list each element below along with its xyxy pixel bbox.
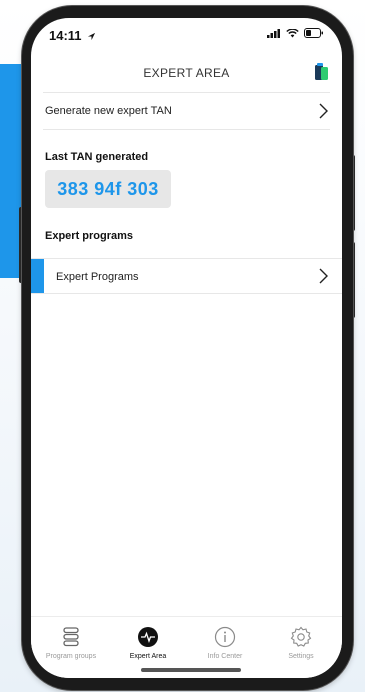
bottom-tab-bar: Program groups Expert Area Info Center S…	[31, 616, 342, 678]
device-status-icon	[315, 63, 328, 80]
signal-icon	[267, 28, 280, 38]
last-tan-heading: Last TAN generated	[45, 151, 149, 163]
stack-icon	[63, 627, 79, 647]
phone-screen: 14:11 EXPERT AREA Generate new expert TA…	[31, 18, 342, 678]
gear-icon	[290, 626, 312, 647]
tab-program-groups[interactable]: Program groups	[34, 625, 108, 660]
tab-info-center[interactable]: Info Center	[188, 625, 262, 660]
page-title: EXPERT AREA	[143, 66, 230, 80]
expert-programs-label: Expert Programs	[56, 271, 139, 283]
tab-label: Expert Area	[129, 653, 167, 660]
generate-tan-row[interactable]: Generate new expert TAN	[43, 92, 330, 130]
tab-label: Program groups	[45, 653, 97, 660]
status-time: 14:11	[49, 28, 96, 43]
generate-tan-label: Generate new expert TAN	[45, 105, 172, 117]
tab-expert-area[interactable]: Expert Area	[111, 625, 185, 660]
selected-accent-bar	[31, 259, 44, 293]
battery-icon	[304, 28, 323, 38]
tab-label: Settings	[288, 653, 314, 660]
app-header: EXPERT AREA	[31, 52, 342, 92]
device-status-button[interactable]	[312, 62, 330, 87]
info-icon	[214, 626, 236, 648]
status-time-text: 14:11	[49, 28, 82, 43]
expert-programs-row[interactable]: Expert Programs	[31, 258, 342, 294]
tan-display-box: 383 94f 303	[45, 170, 171, 208]
pulse-icon	[138, 627, 158, 647]
tan-value: 383 94f 303	[57, 179, 159, 199]
tab-settings[interactable]: Settings	[264, 625, 338, 660]
chevron-right-icon	[319, 103, 328, 124]
status-icons	[267, 28, 324, 38]
chevron-right-icon	[319, 268, 328, 289]
tab-label: Info Center	[207, 653, 243, 660]
location-arrow-icon	[88, 32, 96, 41]
expert-programs-heading: Expert programs	[45, 230, 134, 242]
home-indicator	[141, 668, 241, 672]
wifi-icon	[286, 28, 299, 37]
status-bar: 14:11	[31, 18, 342, 52]
